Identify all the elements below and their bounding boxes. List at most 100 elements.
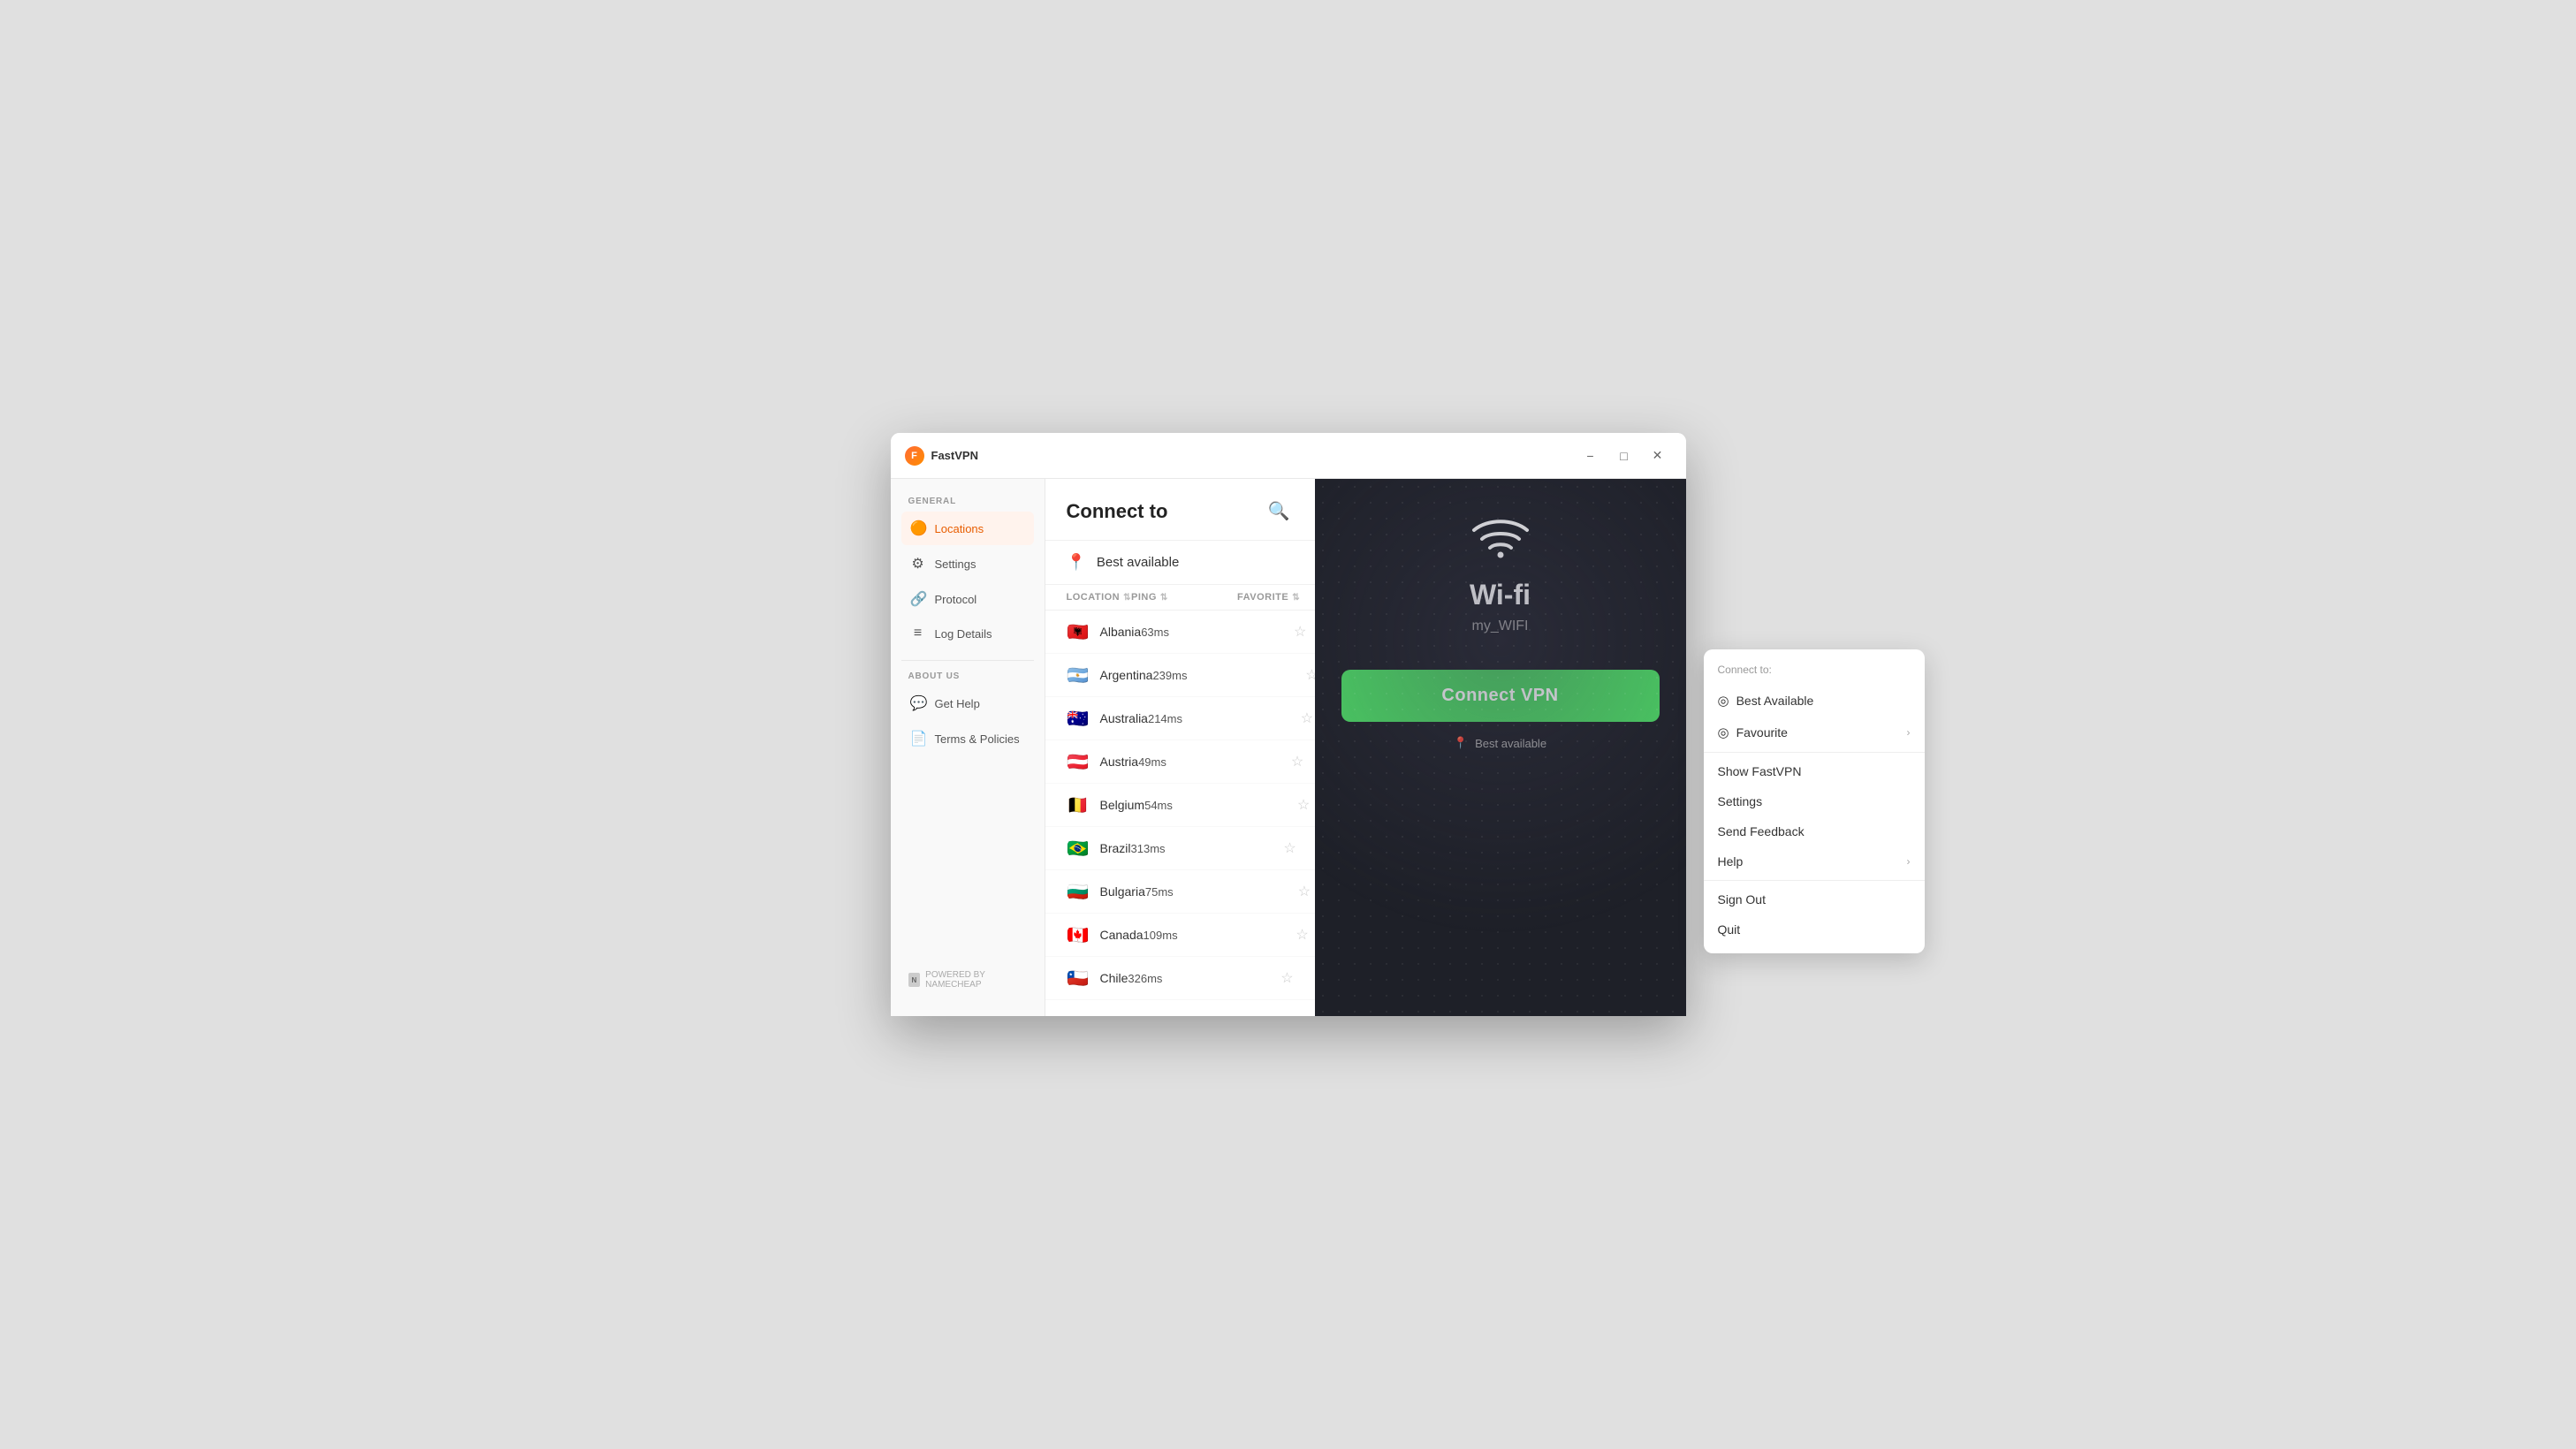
network-name-label: my_WIFI — [1472, 618, 1529, 634]
flag-albania: 🇦🇱 — [1067, 620, 1090, 643]
panel-header: Connect to 🔍 — [1045, 479, 1315, 541]
about-section-label: ABOUT US — [901, 671, 1034, 681]
ctx-label-quit: Quit — [1718, 922, 1741, 937]
table-row[interactable]: 🇨🇱 Chile 326ms ☆ ∨ — [1045, 957, 1315, 1000]
ctx-left: ◎ Best Available — [1718, 693, 1814, 709]
sidebar-item-get-help[interactable]: 💬 Get Help — [901, 687, 1034, 720]
connect-vpn-button[interactable]: Connect VPN — [1341, 670, 1660, 722]
location-panel: Connect to 🔍 📍 Best available LOCATION ⇅… — [1045, 479, 1315, 1016]
sidebar-item-label-settings: Settings — [935, 558, 976, 571]
location-name-cell: 🇧🇬 Bulgaria — [1067, 880, 1145, 903]
minimize-button[interactable]: − — [1577, 444, 1605, 468]
sidebar-item-log-details[interactable]: ≡ Log Details — [901, 618, 1034, 649]
ping-sort-icon[interactable]: ⇅ — [1160, 593, 1168, 603]
flag-austria: 🇦🇹 — [1067, 750, 1090, 773]
ctx-item-quit[interactable]: Quit — [1704, 914, 1925, 945]
favorite-chile[interactable]: ☆ — [1234, 969, 1314, 987]
favorite-sort-icon[interactable]: ⇅ — [1292, 593, 1300, 603]
location-list: 🇦🇱 Albania 63ms ☆ ∨ 🇦🇷 Argentina 239ms ☆ — [1045, 611, 1315, 1016]
table-header: LOCATION ⇅ PING ⇅ FAVORITE ⇅ — [1045, 585, 1315, 611]
favorite-argentina[interactable]: ☆ — [1258, 666, 1314, 684]
sidebar: GENERAL 🟠 Locations ⚙ Settings 🔗 Protoco… — [891, 479, 1045, 1016]
table-row[interactable]: 🇦🇷 Argentina 239ms ☆ ∨ — [1045, 654, 1315, 697]
ctx-icon-favourite: ◎ — [1718, 724, 1729, 740]
sidebar-item-label-locations: Locations — [935, 522, 984, 535]
sidebar-item-settings[interactable]: ⚙ Settings — [901, 547, 1034, 580]
panel-title: Connect to — [1067, 500, 1168, 523]
search-button[interactable]: 🔍 — [1265, 497, 1294, 526]
ctx-item-send-feedback[interactable]: Send Feedback — [1704, 816, 1925, 846]
location-name-cell: 🇨🇱 Chile — [1067, 967, 1128, 990]
ctx-item-best-available[interactable]: ◎ Best Available — [1704, 685, 1925, 717]
sidebar-item-terms[interactable]: 📄 Terms & Policies — [901, 722, 1034, 755]
location-name-cell: 🇦🇺 Australia — [1067, 707, 1148, 730]
best-available-label: Best available — [1097, 555, 1179, 570]
sidebar-item-label-protocol: Protocol — [935, 593, 977, 606]
terms-icon: 📄 — [910, 730, 926, 747]
best-available-row[interactable]: 📍 Best available — [1045, 541, 1315, 585]
pin-icon-small: 📍 — [1454, 736, 1468, 750]
settings-icon: ⚙ — [910, 555, 926, 573]
table-row[interactable]: 🇦🇺 Australia 214ms ☆ ∨ — [1045, 697, 1315, 740]
favorite-austria[interactable]: ☆ — [1244, 753, 1314, 770]
ping-austria: 49ms — [1138, 755, 1244, 769]
ctx-label-sign-out: Sign Out — [1718, 892, 1766, 907]
ping-argentina: 239ms — [1152, 669, 1258, 682]
sidebar-item-locations[interactable]: 🟠 Locations — [901, 512, 1034, 545]
ctx-item-favourite[interactable]: ◎ Favourite › — [1704, 717, 1925, 748]
ctx-item-settings[interactable]: Settings — [1704, 786, 1925, 816]
sidebar-item-protocol[interactable]: 🔗 Protocol — [901, 582, 1034, 616]
namecheap-logo: N — [908, 973, 921, 987]
ctx-label-send-feedback: Send Feedback — [1718, 824, 1805, 838]
location-column-header: LOCATION ⇅ — [1067, 592, 1132, 603]
location-name-cell: 🇧🇪 Belgium — [1067, 793, 1145, 816]
maximize-button[interactable]: □ — [1610, 444, 1638, 468]
ctx-left: ◎ Favourite — [1718, 724, 1788, 740]
location-name-canada: Canada — [1100, 928, 1144, 942]
best-available-indicator-label: Best available — [1475, 737, 1546, 750]
chevron-right-help-icon: › — [1907, 855, 1911, 868]
flag-chile: 🇨🇱 — [1067, 967, 1090, 990]
close-button[interactable]: ✕ — [1644, 444, 1672, 468]
sidebar-footer: N POWERED BY NAMECHEAP — [891, 970, 1045, 998]
connection-type-label: Wi-fi — [1470, 579, 1531, 611]
ctx-label-settings: Settings — [1718, 794, 1763, 808]
ctx-separator-2 — [1704, 880, 1925, 881]
favorite-column-header: FAVORITE ⇅ — [1237, 592, 1314, 603]
ctx-item-help[interactable]: Help › — [1704, 846, 1925, 876]
main-content: GENERAL 🟠 Locations ⚙ Settings 🔗 Protoco… — [891, 479, 1686, 1016]
ctx-item-sign-out[interactable]: Sign Out — [1704, 884, 1925, 914]
location-sort-icon[interactable]: ⇅ — [1123, 593, 1131, 603]
log-icon: ≡ — [910, 626, 926, 641]
favorite-brazil[interactable]: ☆ — [1237, 839, 1315, 857]
favorite-albania[interactable]: ☆ — [1247, 623, 1314, 641]
table-row[interactable]: 🇦🇱 Albania 63ms ☆ ∨ — [1045, 611, 1315, 654]
flag-brazil: 🇧🇷 — [1067, 837, 1090, 860]
location-name-cell: 🇦🇷 Argentina — [1067, 664, 1153, 687]
powered-by-label: POWERED BY NAMECHEAP — [925, 970, 1026, 990]
table-row[interactable]: 🇧🇪 Belgium 54ms ☆ ∨ — [1045, 784, 1315, 827]
locations-icon: 🟠 — [910, 520, 926, 537]
ping-brazil: 313ms — [1131, 842, 1237, 855]
table-row[interactable]: 🇨🇦 Canada 109ms ☆ ∨ — [1045, 914, 1315, 957]
table-row[interactable]: 🇦🇹 Austria 49ms ☆ ∨ — [1045, 740, 1315, 784]
ping-chile: 326ms — [1128, 972, 1234, 985]
favorite-bulgaria[interactable]: ☆ — [1251, 883, 1315, 900]
location-name-cell: 🇨🇦 Canada — [1067, 923, 1144, 946]
table-row[interactable]: 🇧🇬 Bulgaria 75ms ☆ ∨ — [1045, 870, 1315, 914]
sidebar-item-label-log: Log Details — [935, 627, 992, 641]
favorite-australia[interactable]: ☆ — [1254, 709, 1315, 727]
ctx-label-favourite: Favourite — [1736, 725, 1788, 740]
location-name-brazil: Brazil — [1100, 841, 1131, 855]
sidebar-general-section: GENERAL 🟠 Locations ⚙ Settings 🔗 Protoco… — [891, 497, 1045, 649]
ping-canada: 109ms — [1144, 929, 1250, 942]
sidebar-divider — [901, 660, 1034, 661]
table-row[interactable]: 🇧🇷 Brazil 313ms ☆ ∨ — [1045, 827, 1315, 870]
vpn-panel: Wi-fi my_WIFI Connect VPN 📍 Best availab… — [1315, 479, 1686, 1016]
ctx-item-show-fastvpn[interactable]: Show FastVPN — [1704, 756, 1925, 786]
favorite-belgium[interactable]: ☆ — [1250, 796, 1314, 814]
general-section-label: GENERAL — [901, 497, 1034, 506]
favorite-canada[interactable]: ☆ — [1250, 926, 1315, 944]
location-name-cell: 🇦🇹 Austria — [1067, 750, 1139, 773]
ctx-separator-1 — [1704, 752, 1925, 753]
